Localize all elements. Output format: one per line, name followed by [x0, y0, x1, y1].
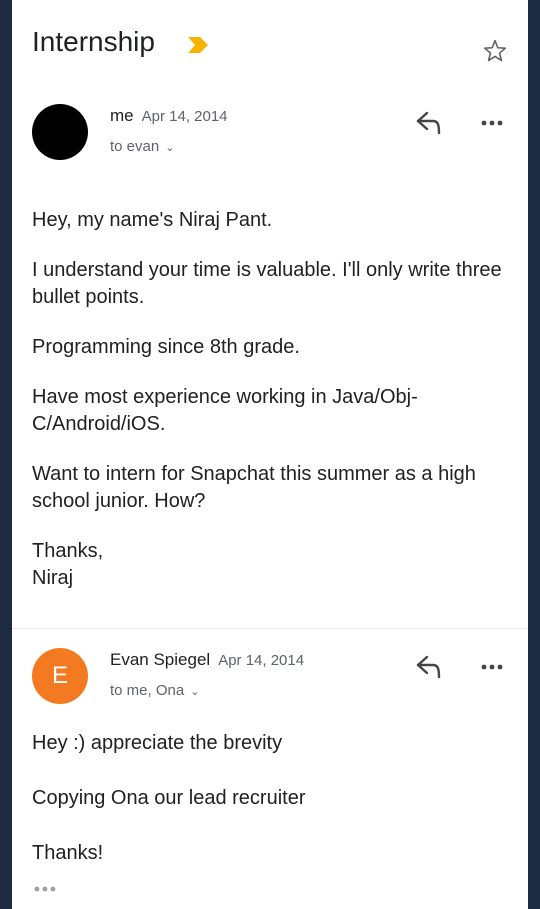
sender-line: Evan Spiegel Apr 14, 2014	[110, 650, 304, 670]
label-marker-icon[interactable]	[186, 36, 210, 54]
message-date: Apr 14, 2014	[141, 108, 228, 125]
star-icon[interactable]	[482, 38, 508, 64]
reply-icon[interactable]	[414, 110, 444, 136]
email-subject: Internship	[32, 26, 155, 57]
message-divider	[12, 628, 528, 629]
sender-name: Evan Spiegel	[110, 650, 211, 669]
avatar[interactable]: E	[32, 648, 88, 704]
chevron-down-icon: ⌄	[190, 686, 200, 698]
body-paragraph: Want to intern for Snapchat this summer …	[32, 463, 476, 512]
reply-icon[interactable]	[414, 654, 444, 680]
body-paragraph: Thanks!	[32, 842, 104, 864]
recipients-toggle[interactable]: to evan ⌄	[110, 138, 174, 155]
body-paragraph: Hey, my name's Niraj Pant.	[32, 209, 273, 231]
recipients-text: to me, Ona	[110, 682, 185, 699]
email-thread-view: Internship me Apr 14, 2014 to evan ⌄ Hey, …	[12, 0, 528, 909]
subject-row: Internship	[32, 26, 508, 66]
body-paragraph: Hey :) appreciate the brevity	[32, 732, 283, 754]
body-paragraph: I understand your time is valuable. I'll…	[32, 259, 502, 308]
body-paragraph: Thanks, Niraj	[32, 540, 104, 589]
more-horiz-icon[interactable]	[480, 662, 504, 672]
message-body: Hey :) appreciate the brevity Copying On…	[32, 732, 504, 872]
recipients-text: to evan	[110, 138, 160, 155]
avatar[interactable]	[32, 104, 88, 160]
chevron-down-icon: ⌄	[165, 142, 175, 154]
body-paragraph: Copying Ona our lead recruiter	[32, 787, 306, 809]
recipients-toggle[interactable]: to me, Ona ⌄	[110, 682, 199, 699]
sender-name: me	[110, 106, 134, 125]
body-paragraph: Programming since 8th grade.	[32, 336, 300, 358]
sender-line: me Apr 14, 2014	[110, 106, 228, 126]
body-paragraph: Have most experience working in Java/Obj…	[32, 386, 418, 435]
more-horiz-icon[interactable]	[480, 118, 504, 128]
message-header[interactable]: me Apr 14, 2014 to evan ⌄	[12, 104, 528, 174]
message-date: Apr 14, 2014	[218, 652, 305, 669]
message-body: Hey, my name's Niraj Pant. I understand …	[32, 207, 504, 615]
trimmed-content-icon[interactable]	[32, 884, 60, 894]
message-header[interactable]: E Evan Spiegel Apr 14, 2014 to me, Ona ⌄	[12, 648, 528, 718]
